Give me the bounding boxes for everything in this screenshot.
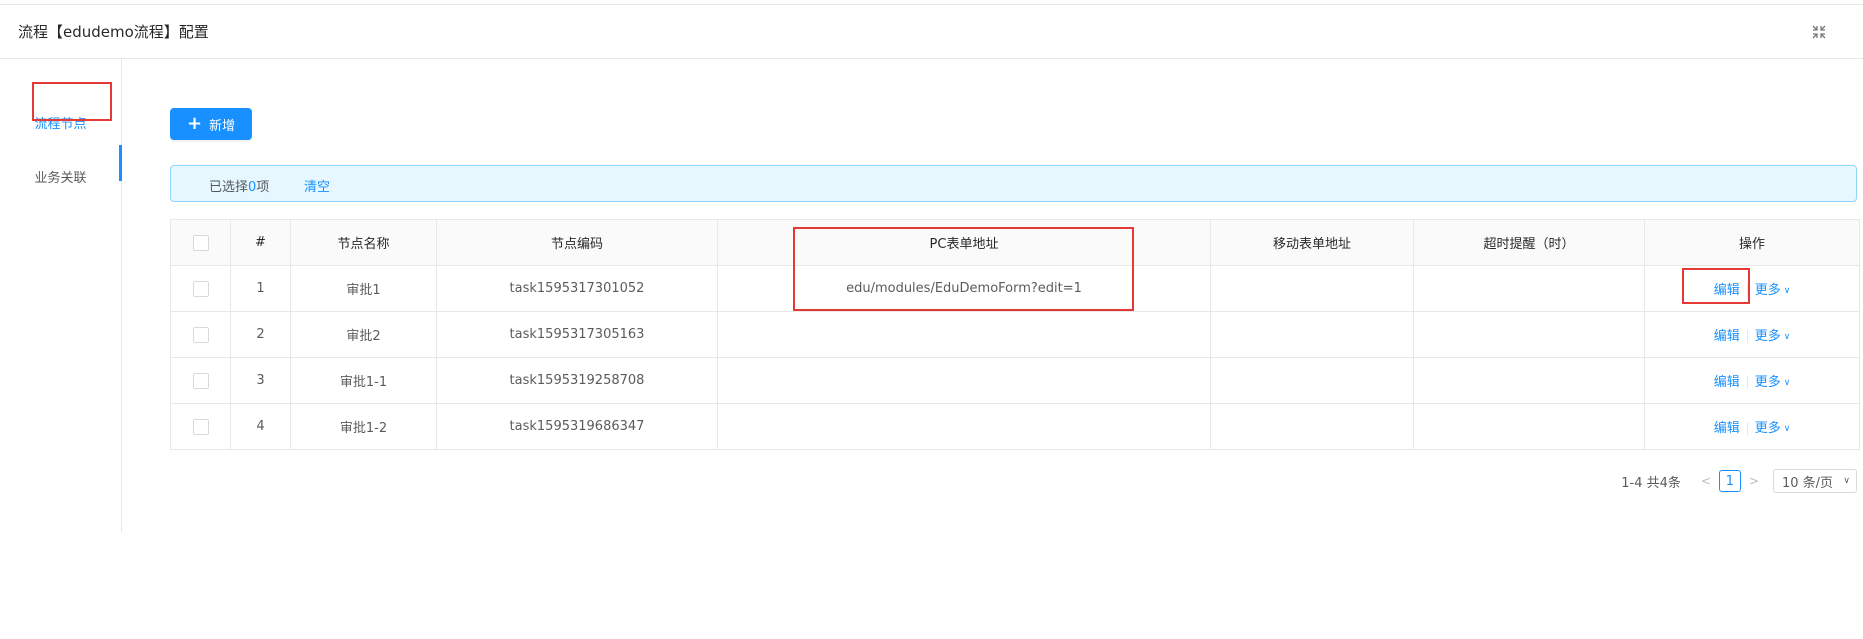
pc-form-url — [717, 357, 1211, 404]
nodes-table: # 节点名称 节点编码 PC表单地址 移动表单地址 超时提醒（时） 操作 1 审… — [170, 219, 1860, 450]
chevron-down-icon: ∨ — [1783, 377, 1791, 388]
row-index: 3 — [230, 357, 291, 404]
select-all-checkbox[interactable] — [192, 234, 209, 251]
row-index: 4 — [230, 403, 291, 450]
mobile-form-url — [1210, 311, 1414, 358]
more-dropdown[interactable]: 更多 ∨ — [1755, 375, 1791, 390]
row-actions: 编辑 更多 ∨ — [1644, 311, 1860, 358]
column-header: 超时提醒（时） — [1413, 219, 1645, 266]
row-actions: 编辑 更多 ∨ — [1644, 357, 1860, 404]
action-divider — [1746, 376, 1748, 389]
active-indicator — [119, 145, 122, 181]
chevron-down-icon: ∨ — [1783, 331, 1791, 342]
row-select-cell — [170, 265, 231, 312]
sidebar-item-label: 流程节点 — [34, 117, 87, 132]
mobile-form-url — [1210, 357, 1414, 404]
page-size-select[interactable]: 10 条/页 ∨ — [1773, 469, 1857, 493]
edit-link[interactable]: 编辑 — [1714, 283, 1740, 298]
column-header: 节点编码 — [436, 219, 718, 266]
row-select-cell — [170, 403, 231, 450]
more-label: 更多 — [1754, 375, 1781, 390]
pagination-total: 1-4 共4条 — [1621, 475, 1681, 491]
column-header: 操作 — [1644, 219, 1860, 266]
pc-form-url — [717, 403, 1211, 450]
pagination: 1-4 共4条 < 1 > 10 条/页 ∨ — [1621, 469, 1857, 493]
table-header-row: # 节点名称 节点编码 PC表单地址 移动表单地址 超时提醒（时） 操作 — [170, 219, 1860, 266]
mobile-form-url — [1210, 403, 1414, 450]
action-divider — [1746, 330, 1748, 343]
row-checkbox[interactable] — [192, 326, 209, 343]
pc-form-url — [717, 311, 1211, 358]
row-actions: 编辑 更多 ∨ — [1644, 403, 1860, 450]
table-row: 4 审批1-2 task1595319686347 编辑 更多 ∨ — [170, 403, 1860, 450]
shrink-icon[interactable] — [1811, 24, 1827, 40]
node-code: task1595319686347 — [436, 403, 718, 450]
select-all-cell — [170, 219, 231, 266]
page-size-label: 10 条/页 — [1782, 475, 1834, 491]
timeout-hours — [1413, 265, 1645, 312]
sidebar-item-label: 业务关联 — [34, 171, 87, 186]
action-divider — [1746, 284, 1748, 297]
table-row: 1 审批1 task1595317301052 edu/modules/EduD… — [170, 265, 1860, 312]
edit-link[interactable]: 编辑 — [1714, 375, 1740, 390]
selection-suffix: 项 — [256, 180, 270, 195]
node-name: 审批1-1 — [290, 357, 437, 404]
sidebar-item-process-nodes[interactable]: 流程节点 — [0, 105, 121, 145]
add-button[interactable]: + 新增 — [170, 108, 252, 140]
sidebar-menu: 流程节点 业务关联 — [0, 59, 122, 532]
more-label: 更多 — [1754, 283, 1781, 298]
column-header: 移动表单地址 — [1210, 219, 1414, 266]
row-select-cell — [170, 357, 231, 404]
column-header: 节点名称 — [290, 219, 437, 266]
row-index: 2 — [230, 311, 291, 358]
modal-title: 流程【edudemo流程】配置 — [18, 23, 209, 41]
column-header: # — [230, 219, 291, 266]
node-name: 审批2 — [290, 311, 437, 358]
more-dropdown[interactable]: 更多 ∨ — [1755, 283, 1791, 298]
chevron-down-icon: ∨ — [1783, 285, 1791, 296]
pc-form-url: edu/modules/EduDemoForm?edit=1 — [717, 265, 1211, 312]
row-index: 1 — [230, 265, 291, 312]
node-code: task1595319258708 — [436, 357, 718, 404]
clear-selection-link[interactable]: 清空 — [304, 176, 330, 195]
chevron-left-icon[interactable]: < — [1701, 474, 1711, 488]
more-dropdown[interactable]: 更多 ∨ — [1755, 329, 1791, 344]
sidebar-item-business-link[interactable]: 业务关联 — [0, 159, 121, 199]
more-label: 更多 — [1754, 421, 1781, 436]
selection-alert: 已选择0项 清空 — [170, 165, 1857, 202]
edit-link[interactable]: 编辑 — [1714, 329, 1740, 344]
page-item-1[interactable]: 1 — [1718, 470, 1741, 492]
action-divider — [1746, 422, 1748, 435]
node-code: task1595317305163 — [436, 311, 718, 358]
column-header: PC表单地址 — [717, 219, 1211, 266]
edit-link[interactable]: 编辑 — [1714, 421, 1740, 436]
row-select-cell — [170, 311, 231, 358]
table-row: 3 审批1-1 task1595319258708 编辑 更多 ∨ — [170, 357, 1860, 404]
node-name: 审批1 — [290, 265, 437, 312]
more-label: 更多 — [1754, 329, 1781, 344]
node-code: task1595317301052 — [436, 265, 718, 312]
timeout-hours — [1413, 357, 1645, 404]
more-dropdown[interactable]: 更多 ∨ — [1755, 421, 1791, 436]
add-button-label: 新增 — [209, 118, 236, 134]
node-name: 审批1-2 — [290, 403, 437, 450]
row-actions: 编辑 更多 ∨ — [1644, 265, 1860, 312]
timeout-hours — [1413, 403, 1645, 450]
modal-header: 流程【edudemo流程】配置 — [0, 5, 1863, 59]
row-checkbox[interactable] — [192, 372, 209, 389]
chevron-down-icon: ∨ — [1783, 423, 1791, 434]
selection-info: 已选择0项 — [209, 176, 269, 195]
selection-prefix: 已选择 — [209, 180, 249, 195]
chevron-right-icon[interactable]: > — [1749, 474, 1759, 488]
row-checkbox[interactable] — [192, 418, 209, 435]
timeout-hours — [1413, 311, 1645, 358]
table-row: 2 审批2 task1595317305163 编辑 更多 ∨ — [170, 311, 1860, 358]
mobile-form-url — [1210, 265, 1414, 312]
chevron-down-icon: ∨ — [1843, 476, 1850, 486]
row-checkbox[interactable] — [192, 280, 209, 297]
plus-icon: + — [186, 113, 203, 134]
